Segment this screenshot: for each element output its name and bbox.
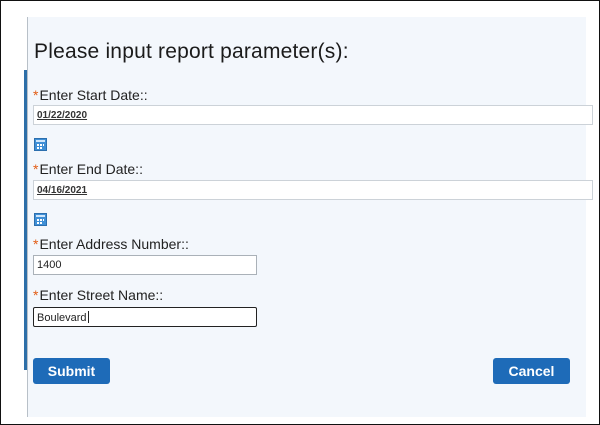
cancel-button[interactable]: Cancel (493, 358, 570, 384)
end-date-input[interactable]: 04/16/2021 (33, 180, 593, 200)
required-marker: * (33, 87, 39, 103)
street-name-label-text: Enter Street Name:: (39, 287, 164, 303)
panel-accent-bar (24, 70, 27, 370)
street-name-label: *Enter Street Name:: (33, 287, 163, 303)
report-parameters-panel (27, 17, 586, 417)
address-number-label-text: Enter Address Number:: (39, 236, 189, 252)
required-marker: * (33, 287, 39, 303)
start-date-label-text: Enter Start Date:: (39, 87, 148, 103)
start-date-label: *Enter Start Date:: (33, 87, 148, 103)
address-number-label: *Enter Address Number:: (33, 236, 189, 252)
required-marker: * (33, 161, 39, 177)
street-name-value: Boulevard (37, 312, 87, 324)
street-name-input[interactable]: Boulevard (33, 307, 257, 327)
start-date-input[interactable]: 01/22/2020 (33, 105, 593, 125)
address-number-input[interactable]: 1400 (33, 255, 257, 275)
page-title: Please input report parameter(s): (34, 40, 349, 63)
submit-button[interactable]: Submit (33, 358, 110, 384)
text-cursor (87, 311, 89, 323)
end-date-label: *Enter End Date:: (33, 161, 143, 177)
required-marker: * (33, 236, 39, 252)
calendar-icon[interactable] (34, 213, 47, 226)
end-date-label-text: Enter End Date:: (39, 161, 143, 177)
calendar-icon[interactable] (34, 138, 47, 151)
